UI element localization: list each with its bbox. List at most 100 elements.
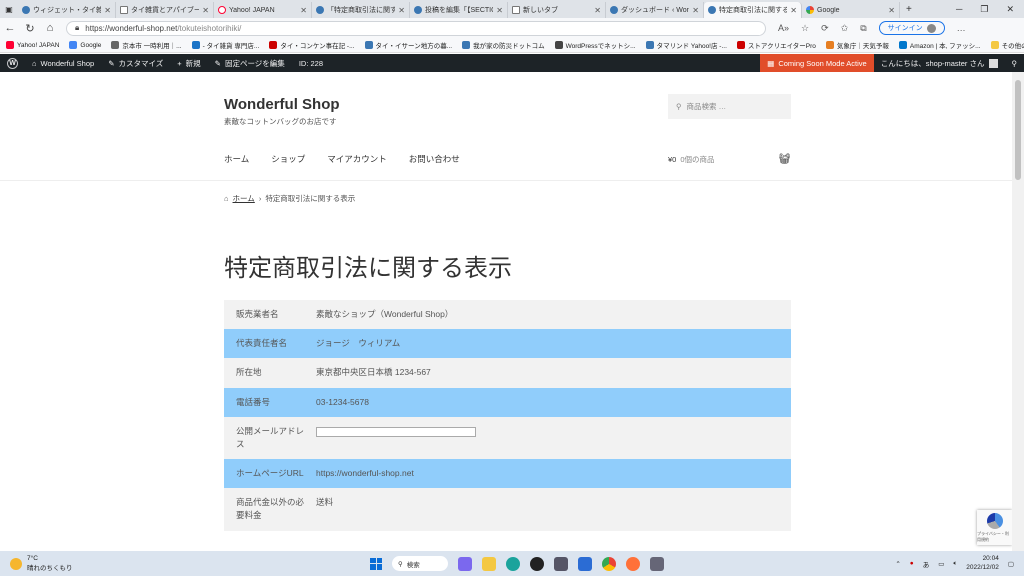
browser-tab[interactable]: Google ✕ bbox=[802, 2, 900, 18]
close-tab-icon[interactable]: ✕ bbox=[790, 6, 797, 15]
basket-icon: 🧺︎ bbox=[778, 154, 791, 165]
menu-dots-icon[interactable]: … bbox=[957, 23, 966, 33]
coming-soon-badge[interactable]: ▦ Coming Soon Mode Active bbox=[760, 54, 874, 72]
close-tab-icon[interactable]: ✕ bbox=[496, 6, 503, 15]
bookmark-favicon-icon bbox=[191, 41, 200, 49]
refresh-extension-icon[interactable]: ⟳ bbox=[821, 23, 829, 34]
notification-icon[interactable]: ▢ bbox=[1008, 560, 1014, 568]
minimize-button[interactable]: ─ bbox=[956, 4, 962, 15]
tab-actions-icon[interactable]: ▣ bbox=[0, 5, 18, 14]
webpage: Wonderful Shop 素敵なコットンバッグのお店です ⚲ 商品検索 … … bbox=[0, 72, 1012, 551]
table-row: ホームページURL https://wonderful-shop.net bbox=[224, 459, 791, 489]
ime-indicator[interactable]: あ bbox=[923, 559, 930, 569]
bookmark-item[interactable]: - タイ雑貨 専門店... bbox=[191, 40, 259, 50]
close-tab-icon[interactable]: ✕ bbox=[104, 6, 111, 15]
admin-customize-link[interactable]: ✎ カスタマイズ bbox=[101, 54, 170, 72]
close-window-button[interactable]: ✕ bbox=[1006, 4, 1014, 15]
tab-title: 特定商取引法に関する表 bbox=[719, 7, 787, 14]
speaker-icon[interactable]: 🔈︎ bbox=[953, 560, 957, 568]
favorite-star-icon[interactable]: ☆ bbox=[801, 23, 809, 34]
refresh-icon[interactable]: ↻ bbox=[20, 22, 40, 35]
tray-chevron-icon[interactable]: ⌃ bbox=[895, 560, 900, 568]
lock-icon[interactable]: 🔒︎ bbox=[75, 23, 79, 33]
browser-tab[interactable]: 新しいタブ ✕ bbox=[508, 2, 606, 18]
product-search-input[interactable]: ⚲ 商品検索 … bbox=[668, 94, 791, 119]
search-icon: ⚲ bbox=[676, 102, 682, 111]
chrome-icon[interactable] bbox=[602, 556, 616, 571]
taskbar-search[interactable]: ⚲ 検索 bbox=[392, 556, 448, 571]
recaptcha-badge[interactable]: プライバシー・利用規約 bbox=[977, 510, 1012, 545]
start-button[interactable] bbox=[370, 557, 382, 570]
network-icon[interactable]: ▭ bbox=[938, 560, 944, 568]
bookmark-item[interactable]: 気象庁｜天気予報 bbox=[825, 40, 889, 50]
bookmark-item[interactable]: Amazon | 本, ファッシ... bbox=[898, 40, 981, 50]
page-scrollbar[interactable] bbox=[1012, 72, 1024, 551]
bookmark-item[interactable]: タイ・イサーン地方の暮... bbox=[364, 40, 452, 50]
wordpress-icon bbox=[316, 6, 324, 14]
back-icon[interactable]: ← bbox=[0, 22, 20, 34]
bookmark-item[interactable]: タイ・コンケン事在記 -... bbox=[269, 40, 355, 50]
signin-button[interactable]: サインイン bbox=[878, 21, 945, 35]
row-value[interactable]: https://wonderful-shop.net bbox=[316, 459, 791, 488]
app-icon-blue[interactable] bbox=[578, 556, 592, 571]
close-tab-icon[interactable]: ✕ bbox=[398, 6, 405, 15]
bookmark-item[interactable]: タマリンド Yahoo!店 -... bbox=[645, 40, 727, 50]
breadcrumb-home-link[interactable]: ホーム bbox=[233, 193, 255, 204]
clock[interactable]: 20:04 2022/12/02 bbox=[966, 555, 999, 572]
close-tab-icon[interactable]: ✕ bbox=[888, 6, 895, 15]
admin-site-link[interactable]: ⌂ Wonderful Shop bbox=[25, 54, 101, 72]
bookmark-item[interactable]: Google bbox=[69, 40, 101, 50]
admin-account-menu[interactable]: こんにちは、shop-master さん bbox=[874, 54, 1005, 72]
scrollbar-thumb[interactable] bbox=[1015, 80, 1021, 180]
menu-item[interactable]: マイアカウント bbox=[327, 153, 387, 165]
weather-icon bbox=[10, 557, 22, 570]
admin-search-icon[interactable]: ⚲ bbox=[1005, 54, 1024, 72]
menu-item[interactable]: ホーム bbox=[224, 153, 249, 165]
app-icon-plane[interactable] bbox=[554, 556, 568, 571]
document-icon bbox=[120, 6, 128, 14]
bookmark-item[interactable]: 我が家の防災ドットコム bbox=[462, 40, 545, 50]
app-icon-bird[interactable] bbox=[650, 556, 664, 571]
bookmark-item[interactable]: 京本市 一時利用｜... bbox=[111, 40, 182, 50]
bookmark-item[interactable]: WordPressでネットシ... bbox=[554, 40, 636, 50]
admin-new-link[interactable]: + 新規 bbox=[170, 54, 207, 72]
close-tab-icon[interactable]: ✕ bbox=[202, 6, 209, 15]
browser-tab[interactable]: ダッシュボード ‹ Wonderful✕ bbox=[606, 2, 704, 18]
admin-edit-link[interactable]: ✎ 固定ページを編集 bbox=[208, 54, 292, 72]
browser-tab[interactable]: 特定商取引法に関する表✕ bbox=[704, 2, 802, 18]
github-icon[interactable] bbox=[530, 556, 544, 571]
site-title[interactable]: Wonderful Shop bbox=[224, 96, 340, 113]
browser-tab[interactable]: 投稿を編集「【SECTION✕ bbox=[410, 2, 508, 18]
bookmark-other[interactable]: その他のお気に入り bbox=[990, 40, 1024, 50]
menu-item[interactable]: ショップ bbox=[271, 153, 305, 165]
bookmark-item[interactable]: ストアクリエイターPro bbox=[736, 40, 816, 50]
browser-tab[interactable]: Yahoo! JAPAN ✕ bbox=[214, 2, 312, 18]
firefox-icon[interactable] bbox=[626, 556, 640, 571]
new-tab-button[interactable]: + bbox=[900, 4, 918, 15]
chat-icon[interactable] bbox=[458, 556, 472, 571]
menu-item[interactable]: お問い合わせ bbox=[409, 153, 460, 165]
read-aloud-icon[interactable]: A» bbox=[778, 23, 789, 33]
home-icon[interactable]: ⌂ bbox=[40, 22, 60, 34]
bookmark-favicon-icon bbox=[69, 41, 78, 49]
close-tab-icon[interactable]: ✕ bbox=[594, 6, 601, 15]
favorites-icon[interactable]: ✩ bbox=[841, 23, 849, 34]
bookmark-item[interactable]: Yahoo! JAPAN bbox=[6, 40, 59, 50]
weather-widget[interactable]: 7°C 晴れのちくもり bbox=[0, 555, 200, 572]
close-tab-icon[interactable]: ✕ bbox=[692, 6, 699, 15]
close-tab-icon[interactable]: ✕ bbox=[300, 6, 307, 15]
browser-tab[interactable]: タイ雑貨とアパイブーベ吊✕ bbox=[116, 2, 214, 18]
edge-icon[interactable] bbox=[506, 556, 520, 571]
file-explorer-icon[interactable] bbox=[482, 556, 496, 571]
wordpress-icon bbox=[708, 6, 716, 14]
browser-tab[interactable]: ウィジェット・タイ雑貨とアパ✕ bbox=[18, 2, 116, 18]
row-value: ジョージ ウィリアム bbox=[316, 338, 401, 349]
wp-logo-button[interactable]: W bbox=[0, 54, 25, 72]
cart-link[interactable]: ¥0 0個の商品 🧺︎ bbox=[668, 154, 791, 165]
collections-icon[interactable]: ⧉ bbox=[860, 23, 866, 34]
tray-app-icon[interactable]: ● bbox=[910, 560, 914, 567]
maximize-button[interactable]: ❐ bbox=[980, 4, 988, 15]
address-bar[interactable]: 🔒︎ https://wonderful-shop.net/tokuteisho… bbox=[66, 20, 766, 36]
browser-tab[interactable]: 「特定商取引法に関する表示✕ bbox=[312, 2, 410, 18]
bookmark-favicon-icon bbox=[825, 41, 834, 49]
